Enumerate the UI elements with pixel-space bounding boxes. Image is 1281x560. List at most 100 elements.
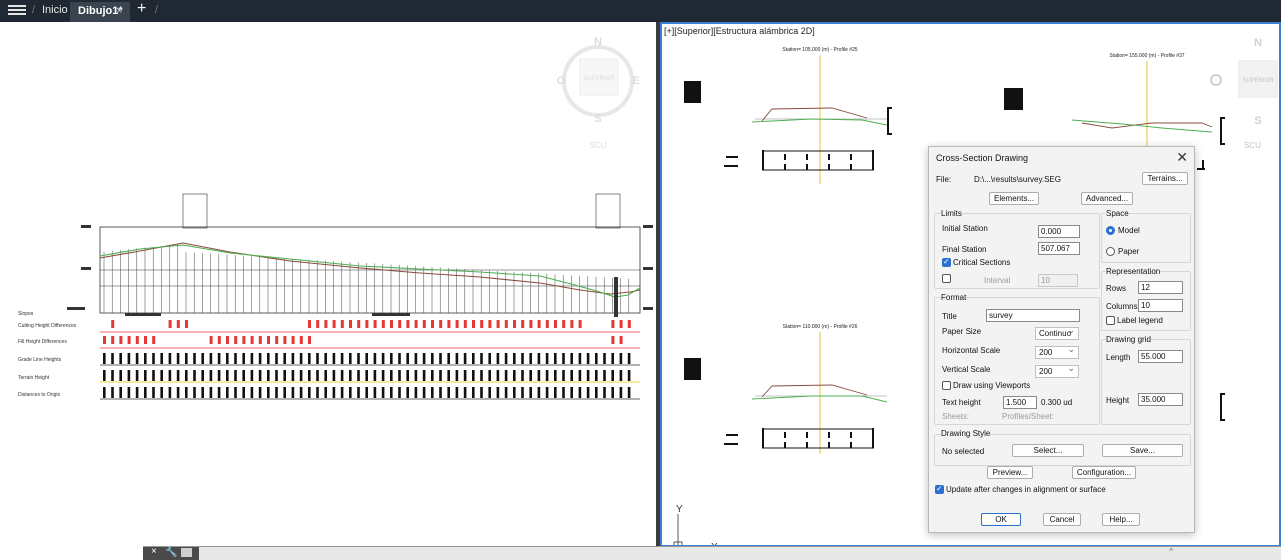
- elements-button[interactable]: Elements...: [989, 192, 1039, 205]
- history-icon[interactable]: [181, 548, 192, 557]
- compass-n: N: [594, 36, 602, 48]
- label-legend-label: Label legend: [1117, 316, 1163, 325]
- preview-button[interactable]: Preview...: [987, 466, 1033, 479]
- compass-e: E: [632, 75, 639, 87]
- configuration-button[interactable]: Configuration...: [1072, 466, 1136, 479]
- cube-face-label: SUPERIOR: [583, 76, 615, 82]
- length-label: Length: [1106, 353, 1131, 362]
- view-cube[interactable]: SUPERIOR N S E O SCU: [557, 36, 640, 150]
- tab-home[interactable]: Inicio: [42, 4, 68, 16]
- file-path: D:\...\results\survey.SEG: [974, 175, 1061, 184]
- drawing-style-value: No selected: [942, 447, 985, 456]
- new-tab-button[interactable]: +: [137, 0, 146, 18]
- length-input[interactable]: 55.000: [1138, 350, 1183, 363]
- file-tab-bar: / Inicio Dibujo1* × + /: [0, 0, 1281, 22]
- section-title: Station= 155.000 (m) - Profile #37: [1109, 53, 1184, 59]
- section-title: Station= 105.000 (m) - Profile #25: [782, 47, 857, 53]
- rows-label: Rows: [1106, 284, 1127, 293]
- row-label-cutting: Cutting Height Differences: [18, 323, 77, 329]
- row-label-fill: Fill Height Differences: [18, 339, 67, 345]
- select-style-button[interactable]: Select...: [1012, 444, 1084, 457]
- separator: /: [32, 4, 36, 16]
- cross-section-37: Station= 155.000 (m) - Profile #37: [1004, 53, 1225, 154]
- critical-sections-label: Critical Sections: [953, 258, 1011, 267]
- expand-icon[interactable]: ^: [1169, 547, 1173, 556]
- text-height-label: Text height: [942, 398, 981, 407]
- ucs-label: SCU: [1244, 141, 1261, 150]
- horizontal-scale-label: Horizontal Scale: [942, 346, 1001, 355]
- ucs-x-label: X: [711, 542, 718, 545]
- title-label: Title: [942, 312, 957, 321]
- horizontal-scale-select[interactable]: 200: [1035, 344, 1079, 359]
- compass-o: O: [557, 75, 566, 87]
- model-radio[interactable]: [1106, 226, 1115, 235]
- viewports-checkbox[interactable]: [942, 381, 951, 390]
- tab-drawing1[interactable]: Dibujo1* ×: [70, 2, 130, 22]
- paper-size-select[interactable]: Continuo: [1035, 325, 1079, 340]
- update-checkbox[interactable]: [935, 484, 944, 494]
- advanced-button[interactable]: Advanced...: [1081, 192, 1133, 205]
- separator: /: [155, 4, 159, 16]
- vertical-scale-label: Vertical Scale: [942, 365, 991, 374]
- row-label-grade: Grade Line Heights: [18, 357, 62, 363]
- row-label-slopes: Slopes: [18, 311, 34, 317]
- text-height-input[interactable]: 1.500: [1003, 396, 1037, 409]
- profiles-sheet-label: Profiles/Sheet:: [1002, 412, 1055, 421]
- update-label: Update after changes in alignment or sur…: [946, 485, 1106, 494]
- compass-n: N: [1254, 37, 1262, 49]
- paper-size-label: Paper Size: [942, 327, 982, 336]
- paper-radio[interactable]: [1106, 247, 1115, 256]
- format-heading: Format: [941, 293, 967, 302]
- sheets-label: Sheets:: [942, 412, 970, 421]
- close-icon[interactable]: ✕: [1176, 149, 1188, 166]
- cross-section-dialog: Cross-Section Drawing ✕ File: D:\...\res…: [928, 146, 1195, 533]
- text-height-units: 0.300 ud: [1041, 398, 1073, 407]
- paper-label: Paper: [1118, 247, 1140, 256]
- cross-section-25: Station= 105.000 (m) - Profile #25: [684, 47, 892, 184]
- ucs-label: SCU: [590, 141, 607, 150]
- command-line-buttons: × 🔧: [143, 546, 199, 560]
- vertical-scale-select[interactable]: 200: [1035, 363, 1079, 378]
- height-label: Height: [1106, 396, 1130, 405]
- height-input[interactable]: 35.000: [1138, 393, 1183, 406]
- profile-drawing: SUPERIOR N S E O SCU Slopes Cutting Heig…: [18, 36, 653, 400]
- help-button[interactable]: Help...: [1102, 513, 1140, 526]
- left-viewport[interactable]: SUPERIOR N S E O SCU Slopes Cutting Heig…: [0, 22, 656, 547]
- interval-checkbox[interactable]: [942, 274, 951, 283]
- hamburger-menu-icon[interactable]: [8, 3, 26, 19]
- model-label: Model: [1118, 226, 1140, 235]
- space-heading: Space: [1106, 209, 1129, 218]
- row-label-distances: Distances to Origin: [18, 392, 60, 398]
- final-station-label: Final Station: [942, 245, 987, 254]
- ucs-icon: [673, 514, 683, 545]
- cancel-button[interactable]: Cancel: [1043, 513, 1081, 526]
- limits-heading: Limits: [941, 209, 962, 218]
- dialog-title: Cross-Section Drawing: [936, 153, 1029, 163]
- drawing-grid-heading: Drawing grid: [1106, 335, 1151, 344]
- wrench-icon[interactable]: 🔧: [165, 547, 177, 558]
- label-legend-checkbox[interactable]: [1106, 316, 1115, 325]
- section-title: Station= 110.000 (m) - Profile #26: [783, 324, 858, 330]
- representation-heading: Representation: [1106, 267, 1161, 276]
- final-station-input[interactable]: 507.067: [1038, 242, 1080, 255]
- initial-station-label: Initial Station: [942, 224, 988, 233]
- compass-s: S: [1254, 115, 1261, 127]
- title-input[interactable]: survey: [986, 309, 1080, 322]
- columns-input[interactable]: 10: [1138, 299, 1183, 312]
- close-command-icon[interactable]: ×: [151, 546, 157, 557]
- interval-input[interactable]: 10: [1038, 274, 1078, 287]
- compass-s: S: [594, 113, 601, 125]
- save-style-button[interactable]: Save...: [1102, 444, 1183, 457]
- ok-button[interactable]: OK: [981, 513, 1021, 526]
- close-tab-icon[interactable]: ×: [116, 5, 122, 17]
- cube-face-label: SUPERIOR: [1242, 78, 1274, 84]
- viewports-label: Draw using Viewports: [953, 381, 1031, 390]
- initial-station-input[interactable]: 0.000: [1038, 225, 1080, 238]
- rows-input[interactable]: 12: [1138, 281, 1183, 294]
- critical-sections-checkbox[interactable]: [942, 257, 951, 267]
- ucs-y-label: Y: [676, 504, 683, 515]
- terrains-button[interactable]: Terrains...: [1142, 172, 1188, 185]
- drawing-style-heading: Drawing Style: [941, 429, 991, 438]
- command-line[interactable]: × 🔧 ^: [143, 546, 1281, 560]
- file-label: File:: [936, 175, 952, 184]
